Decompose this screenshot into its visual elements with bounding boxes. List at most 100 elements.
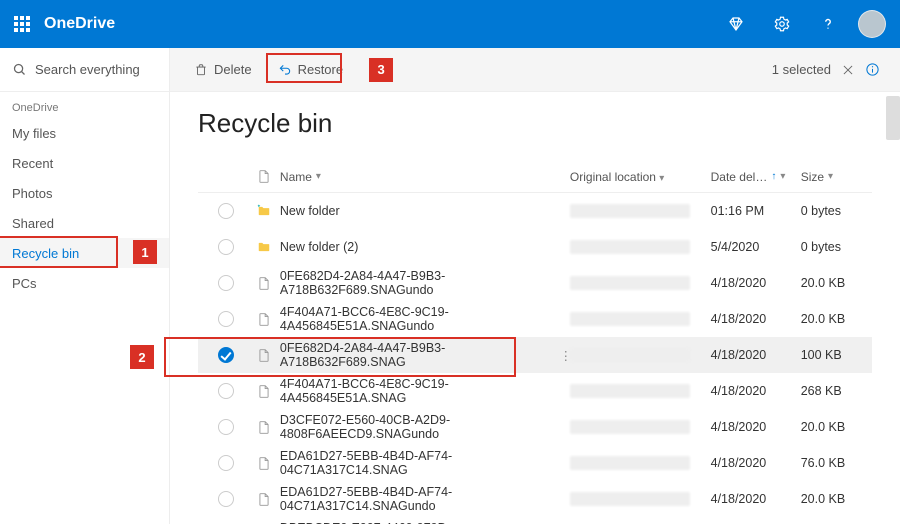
more-icon[interactable]: ⋮ — [560, 348, 573, 363]
original-location — [570, 204, 690, 218]
row-checkbox[interactable] — [218, 383, 234, 399]
original-location — [570, 384, 690, 398]
sidebar-item-label: PCs — [12, 276, 37, 291]
premium-icon[interactable] — [720, 8, 752, 40]
table-row[interactable]: EDA61D27-5EBB-4B4D-AF74-04C71A317C14.SNA… — [198, 445, 872, 481]
search-icon — [12, 62, 27, 77]
file-icon — [248, 347, 280, 364]
deleted-date: 4/18/2020 — [711, 384, 767, 398]
table-header: Name▾ Original location ▾ Date del…↑▾ Si… — [198, 161, 872, 193]
row-checkbox[interactable] — [218, 275, 234, 291]
row-checkbox[interactable] — [218, 311, 234, 327]
table-body: ✦New folder01:16 PM0 bytes⋮New folder (2… — [198, 193, 872, 524]
deleted-date: 4/18/2020 — [711, 456, 767, 470]
table-row[interactable]: ✦New folder01:16 PM0 bytes⋮ — [198, 193, 872, 229]
table-row[interactable]: EDA61D27-5EBB-4B4D-AF74-04C71A317C14.SNA… — [198, 481, 872, 517]
search-placeholder: Search everything — [35, 62, 140, 77]
row-checkbox[interactable] — [218, 419, 234, 435]
annotation-callout-2: 2 — [130, 345, 154, 369]
file-name: 0FE682D4-2A84-4A47-B9B3-A718B632F689.SNA… — [280, 269, 570, 297]
column-header-name[interactable]: Name ▾ — [280, 170, 570, 184]
help-icon[interactable] — [812, 8, 844, 40]
file-size: 0 bytes — [801, 240, 841, 254]
sidebar-section-label: OneDrive — [0, 92, 169, 118]
sidebar-item-label: Shared — [12, 216, 54, 231]
restore-label: Restore — [298, 62, 344, 77]
file-size: 20.0 KB — [801, 492, 845, 506]
deleted-date: 4/18/2020 — [711, 348, 767, 362]
app-header: OneDrive — [0, 0, 900, 48]
file-size: 100 KB — [801, 348, 842, 362]
sidebar-item-shared[interactable]: Shared — [0, 208, 169, 238]
column-label: Name — [280, 170, 312, 184]
row-checkbox[interactable] — [218, 491, 234, 507]
original-location — [570, 348, 690, 362]
undo-icon — [278, 63, 292, 77]
file-icon — [248, 455, 280, 472]
sidebar-item-label: Recent — [12, 156, 53, 171]
file-icon — [248, 419, 280, 436]
original-location — [570, 240, 690, 254]
file-size: 20.0 KB — [801, 276, 845, 290]
folder-icon: ✦ — [248, 204, 280, 218]
column-header-location[interactable]: Original location ▾ — [570, 170, 711, 184]
restore-button[interactable]: Restore — [274, 60, 348, 79]
table-row[interactable]: New folder (2)5/4/20200 bytes⋮ — [198, 229, 872, 265]
column-header-size[interactable]: Size ▾ — [801, 170, 872, 184]
file-size: 268 KB — [801, 384, 842, 398]
page-title: Recycle bin — [198, 108, 872, 139]
scrollbar-thumb[interactable] — [886, 96, 900, 140]
app-launcher-icon[interactable] — [14, 16, 30, 32]
gear-icon[interactable] — [766, 8, 798, 40]
file-name: New folder — [280, 204, 340, 218]
search-input[interactable]: Search everything — [0, 48, 169, 92]
sidebar-item-photos[interactable]: Photos — [0, 178, 169, 208]
file-type-icon[interactable] — [257, 168, 271, 185]
file-name: D3CFE072-E560-40CB-A2D9-4808F6AEECD9.SNA… — [280, 413, 570, 441]
close-icon[interactable] — [841, 63, 855, 77]
sidebar: Search everything OneDrive My files Rece… — [0, 48, 170, 524]
delete-label: Delete — [214, 62, 252, 77]
table-row[interactable]: 0FE682D4-2A84-4A47-B9B3-A718B632F689.SNA… — [198, 337, 872, 373]
delete-button[interactable]: Delete — [190, 60, 256, 79]
original-location — [570, 312, 690, 326]
avatar[interactable] — [858, 10, 886, 38]
file-name: EDA61D27-5EBB-4B4D-AF74-04C71A317C14.SNA… — [280, 485, 570, 513]
original-location — [570, 456, 690, 470]
deleted-date: 5/4/2020 — [711, 240, 760, 254]
table-row[interactable]: D3CFE072-E560-40CB-A2D9-4808F6AEECD9.SNA… — [198, 409, 872, 445]
annotation-callout-3: 3 — [369, 58, 393, 82]
row-checkbox[interactable] — [218, 455, 234, 471]
page-content: Recycle bin Name▾ Original location ▾ Da… — [170, 92, 900, 524]
file-size: 20.0 KB — [801, 420, 845, 434]
column-header-date[interactable]: Date del…↑▾ — [711, 170, 801, 184]
info-icon[interactable] — [865, 62, 880, 77]
row-checkbox[interactable] — [218, 347, 234, 363]
deleted-date: 4/18/2020 — [711, 420, 767, 434]
sidebar-item-label: My files — [12, 126, 56, 141]
table-row[interactable]: 4F404A71-BCC6-4E8C-9C19-4A456845E51A.SNA… — [198, 373, 872, 409]
chevron-down-icon: ▾ — [828, 171, 833, 182]
chevron-down-icon: ▾ — [316, 171, 321, 182]
main-panel: Delete Restore 3 1 selected Recycle bin — [170, 48, 900, 524]
deleted-date: 4/18/2020 — [711, 276, 767, 290]
file-name: 4F404A71-BCC6-4E8C-9C19-4A456845E51A.SNA… — [280, 377, 570, 405]
row-checkbox[interactable] — [218, 203, 234, 219]
sort-asc-icon: ↑ — [771, 171, 776, 182]
annotation-callout-1: 1 — [133, 240, 157, 264]
chevron-down-icon: ▾ — [780, 171, 785, 182]
table-row[interactable]: 4F404A71-BCC6-4E8C-9C19-4A456845E51A.SNA… — [198, 301, 872, 337]
sidebar-item-label: Recycle bin — [12, 246, 79, 261]
original-location — [570, 492, 690, 506]
row-checkbox[interactable] — [218, 239, 234, 255]
file-size: 0 bytes — [801, 204, 841, 218]
selection-count: 1 selected — [772, 62, 831, 77]
sidebar-item-pcs[interactable]: PCs — [0, 268, 169, 298]
table-row[interactable]: DBEBCDE0-E007-4460-979D-CCBEEBC51483.SNA… — [198, 517, 872, 524]
trash-icon — [194, 63, 208, 77]
sidebar-item-recent[interactable]: Recent — [0, 148, 169, 178]
file-icon — [248, 383, 280, 400]
file-size: 76.0 KB — [801, 456, 845, 470]
table-row[interactable]: 0FE682D4-2A84-4A47-B9B3-A718B632F689.SNA… — [198, 265, 872, 301]
sidebar-item-myfiles[interactable]: My files — [0, 118, 169, 148]
